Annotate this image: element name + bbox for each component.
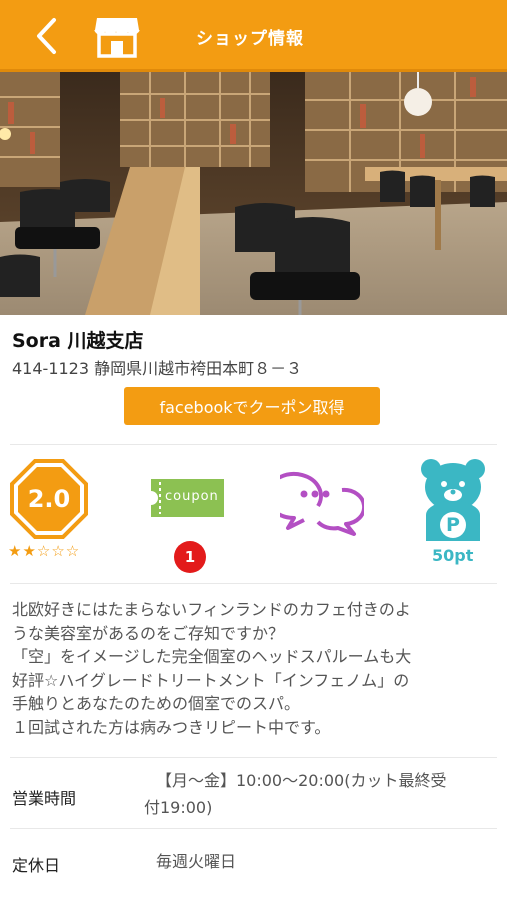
hours-line-2: 付19:00) [144, 798, 213, 817]
points-value: 50pt [432, 546, 474, 565]
top-bar: ショップ情報 [0, 0, 507, 72]
shop-name: Sora 川越支店 [12, 330, 144, 352]
page-title: ショップ情報 [196, 29, 304, 49]
shop-photo [0, 72, 507, 315]
point-bear-icon[interactable]: P [418, 457, 488, 543]
rating-stars: ★★☆☆☆ [8, 542, 81, 560]
hours-line-1: 【月～金】10:00～20:00(カット最終受 [156, 771, 447, 790]
divider [10, 583, 497, 584]
rating-badge[interactable]: 2.0 [8, 458, 90, 540]
chat-bubbles-icon[interactable] [264, 456, 367, 540]
divider [10, 757, 497, 758]
coupon-label: coupon [165, 489, 219, 504]
facebook-coupon-button[interactable]: facebookでクーポン取得 [124, 387, 380, 425]
point-badge-letter: P [446, 514, 460, 536]
divider [10, 444, 497, 445]
coupon-icon[interactable]: coupon [151, 479, 224, 517]
coupon-count-badge: 1 [174, 541, 206, 573]
shop-description: 北欧好きにはたまらないフィンランドのカフェ付きのよ うな美容室があるのをご存知で… [12, 600, 412, 737]
shop-address: 414-1123 静岡県川越市袴田本町８－３ [12, 359, 303, 378]
divider [10, 828, 497, 829]
closed-day-value: 毎週火曜日 [156, 852, 237, 871]
chevron-left-icon [37, 18, 56, 54]
hours-label: 営業時間 [12, 789, 77, 808]
closed-day-label: 定休日 [12, 856, 61, 875]
back-button[interactable] [30, 16, 64, 56]
rating-value: 2.0 [27, 485, 71, 513]
hours-value: 【月～金】10:00～20:00(カット最終受 付19:00) [144, 767, 496, 821]
storefront-icon [93, 14, 141, 58]
